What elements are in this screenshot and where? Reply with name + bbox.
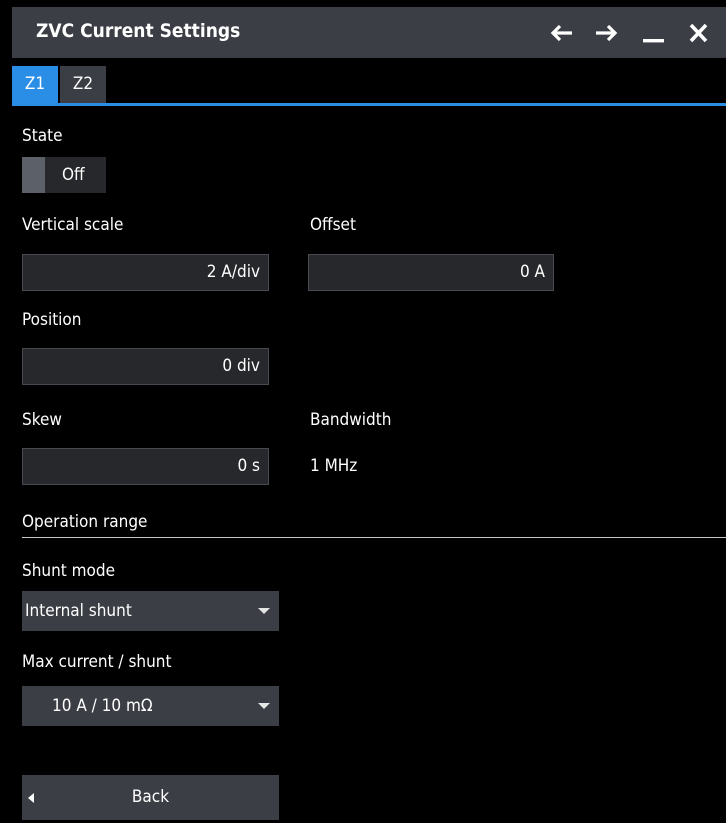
toggle-knob xyxy=(22,157,45,193)
operation-range-heading: Operation range xyxy=(22,512,148,532)
position-label: Position xyxy=(22,310,82,330)
shunt-mode-dropdown[interactable]: Internal shunt xyxy=(22,591,279,631)
state-value: Off xyxy=(62,165,85,185)
vertical-scale-label: Vertical scale xyxy=(22,215,124,235)
settings-dialog: ZVC Current Settings Z1 Z2 State Off Ver… xyxy=(12,7,726,823)
section-divider xyxy=(22,537,726,538)
minimize-icon[interactable] xyxy=(642,22,666,44)
chevron-down-icon xyxy=(258,703,270,709)
max-current-dropdown[interactable]: 10 A / 10 mΩ xyxy=(22,686,279,726)
bandwidth-value: 1 MHz xyxy=(310,456,358,476)
arrow-right-icon[interactable] xyxy=(594,22,618,44)
dialog-title: ZVC Current Settings xyxy=(36,20,241,42)
skew-field[interactable]: 0 s xyxy=(22,448,269,485)
max-current-value: 10 A / 10 mΩ xyxy=(52,696,153,716)
offset-label: Offset xyxy=(310,215,356,235)
back-button[interactable]: Back xyxy=(22,775,279,820)
probe-tabs: Z1 Z2 xyxy=(12,66,726,106)
back-button-label: Back xyxy=(131,787,170,807)
arrow-left-icon[interactable] xyxy=(550,22,574,44)
shunt-mode-value: Internal shunt xyxy=(25,601,132,621)
position-field[interactable]: 0 div xyxy=(22,348,269,385)
skew-label: Skew xyxy=(22,410,62,430)
bandwidth-label: Bandwidth xyxy=(310,410,392,430)
max-current-label: Max current / shunt xyxy=(22,652,172,672)
chevron-down-icon xyxy=(258,608,270,614)
close-icon[interactable] xyxy=(687,22,711,44)
shunt-mode-label: Shunt mode xyxy=(22,561,116,581)
tab-z1[interactable]: Z1 xyxy=(12,66,58,103)
offset-field[interactable]: 0 A xyxy=(308,254,554,291)
state-toggle[interactable]: Off xyxy=(22,157,106,193)
state-label: State xyxy=(22,126,63,146)
title-bar[interactable]: ZVC Current Settings xyxy=(12,7,726,58)
tab-z2[interactable]: Z2 xyxy=(60,66,106,103)
vertical-scale-field[interactable]: 2 A/div xyxy=(22,254,269,291)
